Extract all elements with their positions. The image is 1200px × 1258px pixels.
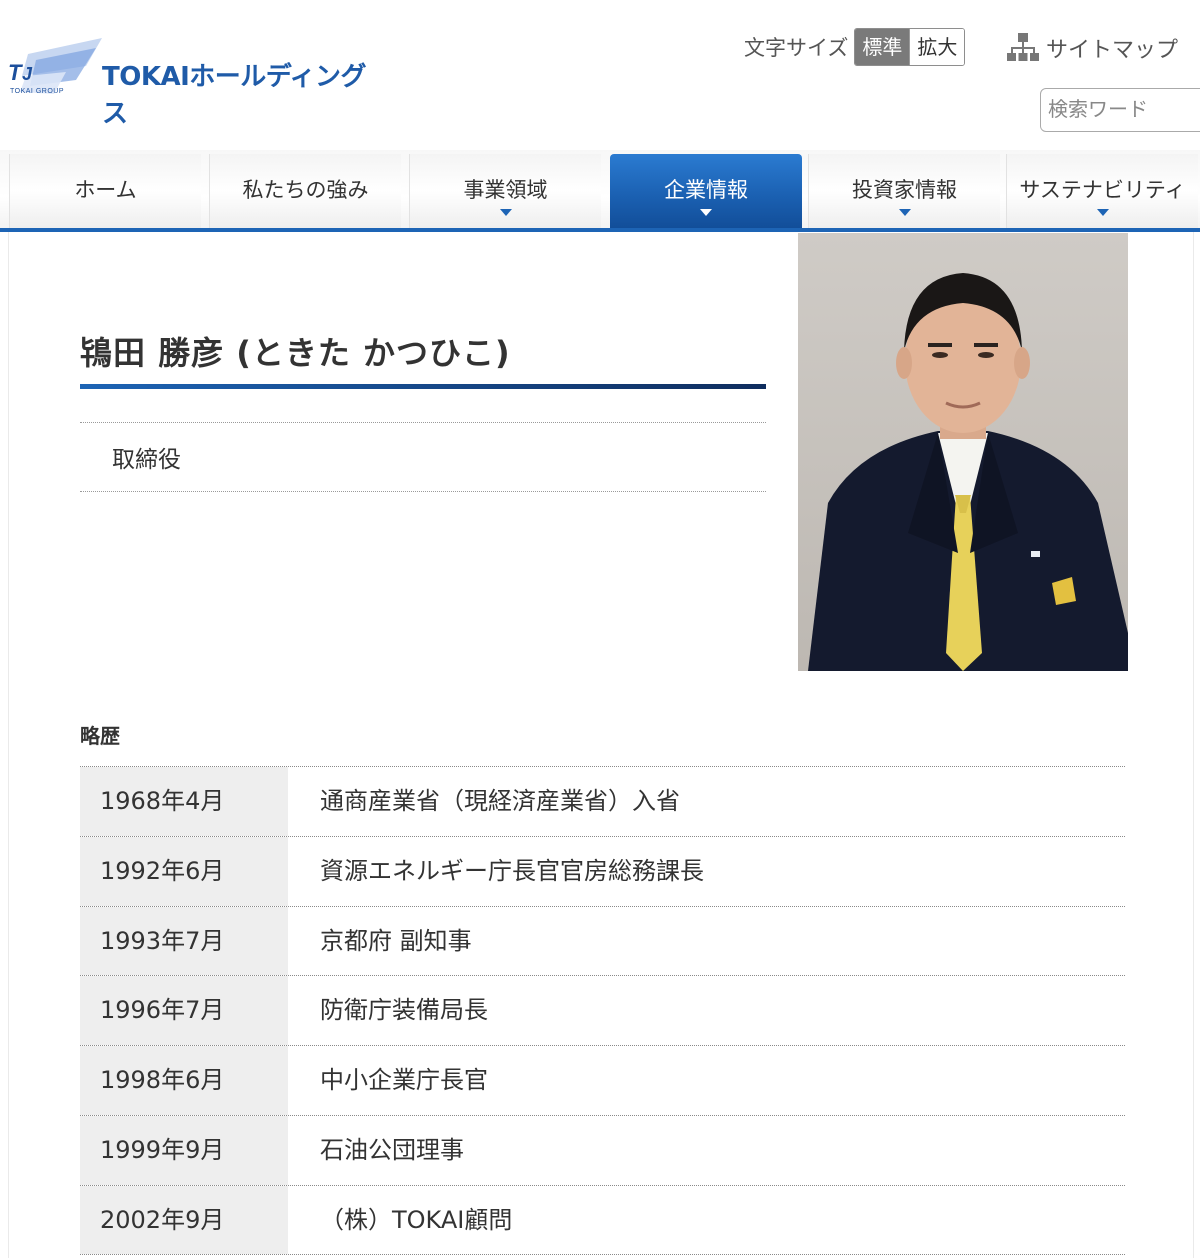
nav-item-label: 投資家情報: [852, 178, 957, 202]
career-desc: 防衛庁装備局長: [320, 996, 488, 1025]
logo-text: TOKAIホールディングス: [102, 62, 366, 129]
nav-item-label: ホーム: [74, 178, 137, 202]
career-date: 1992年6月: [80, 836, 288, 906]
career-date: 2002年9月: [80, 1185, 288, 1254]
nav-item-label: 私たちの強み: [242, 178, 369, 202]
caret-down-icon: [1096, 209, 1109, 216]
position-title: 取締役: [112, 447, 181, 473]
svg-text:T: T: [8, 60, 23, 85]
svg-text:J: J: [22, 64, 33, 84]
page-title: 鴇田 勝彦 (ときた かつひこ): [80, 334, 511, 372]
nav-item-company[interactable]: 企業情報: [610, 154, 802, 228]
career-desc: 石油公団理事: [320, 1135, 464, 1164]
search-box: [1040, 88, 1200, 132]
sitemap-link[interactable]: サイトマップ: [1006, 28, 1178, 68]
career-table: 1968年4月 通商産業省（現経済産業省）入省 1992年6月 資源エネルギー庁…: [80, 766, 1125, 1255]
nav-item-strengths[interactable]: 私たちの強み: [209, 154, 401, 228]
career-date: 1999年9月: [80, 1115, 288, 1185]
table-row: 1996年7月 防衛庁装備局長: [80, 975, 1125, 1046]
position-box: 取締役: [80, 422, 766, 492]
nav-item-sustainability[interactable]: サステナビリティ: [1006, 154, 1198, 228]
title-underline: [80, 384, 766, 389]
sitemap-icon: [1007, 33, 1039, 61]
table-row: 1999年9月 石油公団理事: [80, 1114, 1125, 1185]
career-desc: 通商産業省（現経済産業省）入省: [320, 787, 680, 815]
career-desc: 資源エネルギー庁長官官房総務課長: [320, 856, 704, 885]
career-date: 1968年4月: [80, 767, 288, 836]
font-size-standard-button[interactable]: 標準: [855, 29, 910, 65]
nav-item-label: 企業情報: [664, 178, 748, 202]
career-desc: 京都府 副知事: [320, 926, 472, 955]
caret-down-icon: [499, 209, 512, 216]
sitemap-label: サイトマップ: [1046, 38, 1179, 63]
nav-item-investors[interactable]: 投資家情報: [808, 154, 1000, 228]
nav-item-label: サステナビリティ: [1019, 178, 1186, 202]
table-row: 1992年6月 資源エネルギー庁長官官房総務課長: [80, 835, 1125, 906]
font-size-large-button[interactable]: 拡大: [909, 29, 965, 65]
caret-down-icon: [700, 209, 712, 216]
font-size-label: 文字サイズ: [744, 36, 849, 60]
nav-item-label: 事業領域: [463, 178, 548, 202]
career-desc: 中小企業庁長官: [320, 1066, 488, 1095]
logo-group-text: TOKAI GROUP: [10, 88, 64, 95]
career-date: 1998年6月: [80, 1046, 288, 1115]
search-input[interactable]: [1041, 89, 1191, 129]
site-header: T J TOKAI GROUP TOKAIホールディングス 文字サイズ 標準 拡…: [0, 0, 1200, 150]
font-size-switcher: 文字サイズ 標準 拡大: [744, 27, 966, 67]
site-logo[interactable]: T J TOKAI GROUP TOKAIホールディングス: [6, 36, 386, 129]
portrait-photo: [798, 233, 1128, 671]
nav-item-business[interactable]: 事業領域: [409, 154, 601, 228]
career-date: 1993年7月: [80, 906, 288, 976]
nav-item-home[interactable]: ホーム: [9, 154, 201, 228]
career-date: 1996年7月: [80, 976, 288, 1046]
table-row: 2002年9月 （株）TOKAI顧問: [80, 1184, 1125, 1255]
caret-down-icon: [898, 209, 911, 216]
table-row: 1998年6月 中小企業庁長官: [80, 1045, 1125, 1115]
career-desc: （株）TOKAI顧問: [320, 1205, 513, 1234]
table-row: 1993年7月 京都府 副知事: [80, 905, 1125, 976]
table-row: 1968年4月 通商産業省（現経済産業省）入省: [80, 766, 1125, 836]
career-heading: 略歴: [80, 724, 120, 748]
font-size-group: 標準 拡大: [854, 28, 966, 66]
global-nav: ホーム 私たちの強み 事業領域 企業情報 投資家情報 サステナビリティ: [0, 150, 1200, 232]
